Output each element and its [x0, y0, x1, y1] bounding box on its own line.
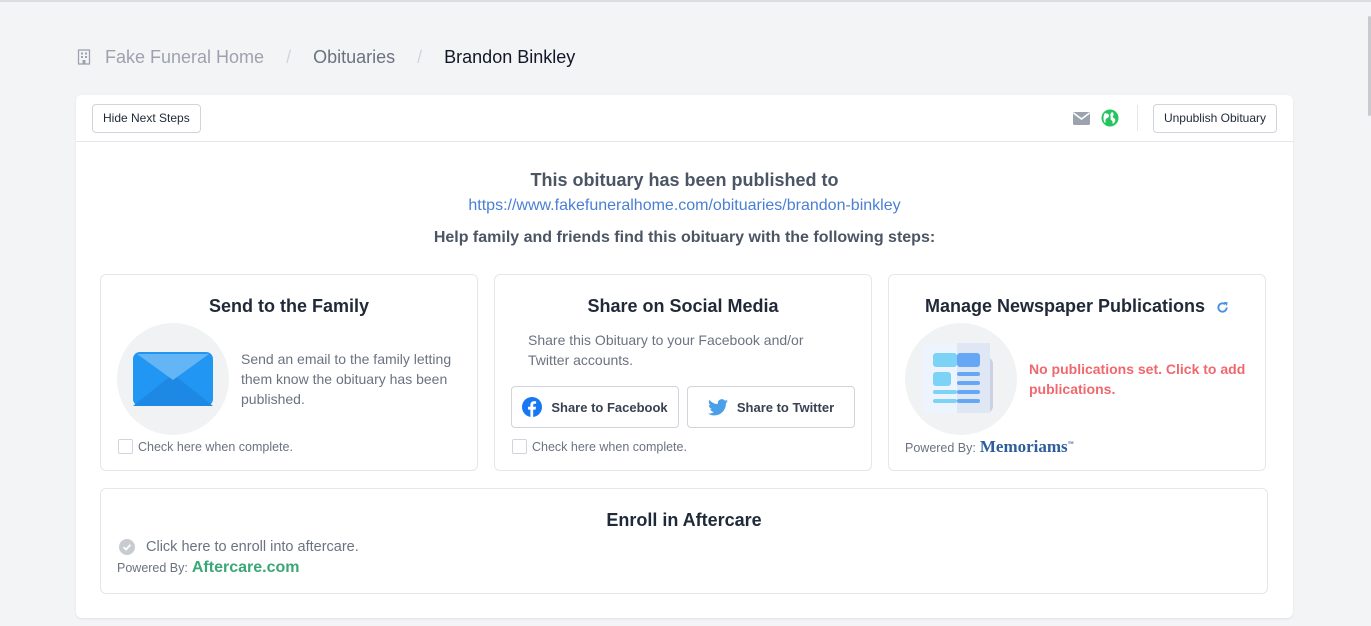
next-steps-card: Hide Next Steps Unpublish Obituary This … [76, 95, 1293, 618]
social-buttons: Share to Facebook Share to Twitter [511, 386, 855, 428]
steps-title: Help family and friends find this obitua… [433, 229, 936, 246]
tile-title: Share on Social Media [587, 296, 779, 316]
check-circle-icon [119, 539, 135, 555]
share-twitter-label: Share to Twitter [736, 399, 835, 415]
header-actions: Unpublish Obituary [1063, 103, 1277, 133]
obituary-url-link[interactable]: https://www.fakefuneralhome.com/obituari… [76, 196, 1293, 216]
tile-title: Manage Newspaper Publications [889, 295, 1265, 317]
checkbox-label: Check here when complete. [138, 439, 293, 454]
social-description: Share this Obituary to your Facebook and… [528, 332, 804, 368]
envelope-icon[interactable] [1073, 109, 1091, 127]
aftercare-powered-by: Powered By: Aftercare.com [117, 559, 299, 577]
powered-by-label: Powered By: [117, 561, 188, 575]
enroll-aftercare-tile: Enroll in Aftercare Click here to enroll… [100, 488, 1268, 594]
breadcrumb: Fake Funeral Home / Obituaries / Brandon… [77, 45, 575, 69]
share-facebook-button[interactable]: Share to Facebook [511, 386, 679, 428]
social-complete-checkbox[interactable] [512, 439, 527, 454]
building-icon [77, 49, 91, 65]
share-social-media-tile: Share on Social Media Share this Obituar… [494, 274, 872, 471]
tile-title: Send to the Family [208, 296, 370, 316]
aftercare-logo[interactable]: Aftercare.com [192, 559, 300, 577]
family-complete-checkbox-row[interactable]: Check here when complete. [118, 439, 293, 454]
breadcrumb-funeral-home[interactable]: Fake Funeral Home [105, 47, 264, 68]
breadcrumb-separator: / [417, 46, 423, 67]
newspaper-tile-title: Manage Newspaper Publications [924, 296, 1206, 316]
share-twitter-button[interactable]: Share to Twitter [687, 386, 855, 428]
memoriams-logo[interactable]: Memoriams™ [980, 437, 1074, 457]
header-divider [1136, 105, 1138, 131]
globe-icon[interactable] [1101, 109, 1119, 127]
aftercare-tile-title: Enroll in Aftercare [606, 510, 762, 530]
envelope-illustration[interactable] [117, 323, 229, 435]
card-header: Hide Next Steps Unpublish Obituary [76, 95, 1293, 142]
enroll-aftercare-link[interactable]: Click here to enroll into aftercare. [119, 539, 359, 555]
share-facebook-label: Share to Facebook [551, 399, 668, 415]
twitter-icon [707, 398, 728, 416]
breadcrumb-current: Brandon Binkley [444, 46, 576, 67]
envelope-icon [133, 352, 213, 406]
powered-by-label: Powered By: [905, 441, 976, 455]
send-to-family-tile: Send to the Family Send an email to the … [100, 274, 478, 471]
breadcrumb-obituaries[interactable]: Obituaries [313, 47, 395, 68]
add-publications-link[interactable]: No publications set. Click to add public… [1029, 359, 1259, 399]
memoriams-powered-by: Powered By: Memoriams™ [905, 437, 1074, 457]
newspaper-icon [923, 343, 993, 413]
step-tiles: Send to the Family Send an email to the … [100, 274, 1266, 471]
family-complete-checkbox[interactable] [118, 439, 133, 454]
breadcrumb-separator: / [286, 46, 292, 67]
hide-next-steps-button[interactable]: Hide Next Steps [92, 103, 201, 133]
enroll-label: Click here to enroll into aftercare. [146, 539, 359, 555]
unpublish-obituary-button[interactable]: Unpublish Obituary [1152, 103, 1277, 133]
newspaper-illustration[interactable] [905, 323, 1017, 435]
family-description: Send an email to the family letting them… [241, 351, 452, 407]
facebook-icon [522, 397, 543, 417]
newspaper-publications-tile: Manage Newspaper Publications No publica… [888, 274, 1266, 471]
refresh-icon[interactable] [1216, 301, 1229, 314]
publish-title: This obituary has been published to [530, 170, 839, 190]
checkbox-label: Check here when complete. [532, 439, 687, 454]
social-complete-checkbox-row[interactable]: Check here when complete. [512, 439, 687, 454]
